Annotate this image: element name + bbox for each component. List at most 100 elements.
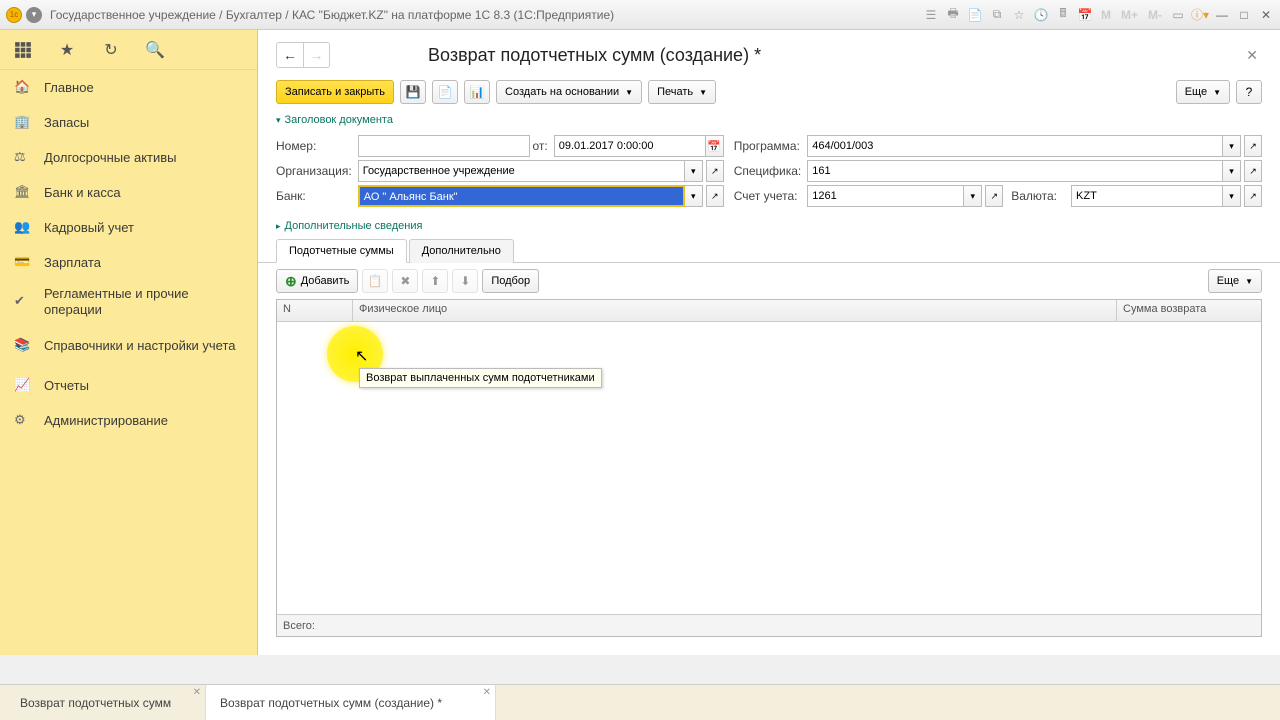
number-input[interactable]: [358, 135, 530, 157]
maximize-button[interactable]: □: [1236, 7, 1252, 23]
tab-additional[interactable]: Дополнительно: [409, 239, 514, 263]
currency-label: Валюта:: [1011, 189, 1063, 203]
nav-forward-button[interactable]: →: [303, 43, 329, 67]
sidebar-item-references[interactable]: 📚Справочники и настройки учета: [0, 324, 257, 368]
sidebar-item-salary[interactable]: 💳Зарплата: [0, 245, 257, 280]
chevron-right-icon: ▸: [276, 221, 281, 232]
sidebar-item-reports[interactable]: 📈Отчеты: [0, 368, 257, 403]
save-button[interactable]: 💾: [400, 80, 426, 104]
history-nav-icon[interactable]: ↻: [102, 41, 120, 59]
currency-input[interactable]: KZT▾↗: [1071, 185, 1262, 207]
tb-icon-2[interactable]: 🖶: [945, 7, 961, 23]
minimize-button[interactable]: —: [1214, 7, 1230, 23]
star-icon[interactable]: ☆: [1011, 7, 1027, 23]
sidebar-item-longterm[interactable]: ⚖Долгосрочные активы: [0, 140, 257, 175]
sidebar-item-admin[interactable]: ⚙Администрирование: [0, 403, 257, 438]
create-based-button[interactable]: Создать на основании▼: [496, 80, 642, 104]
more-button[interactable]: Еще▼: [1176, 80, 1230, 104]
dropdown-icon[interactable]: ▾: [685, 160, 703, 182]
content-area: ← → Возврат подотчетных сумм (создание) …: [258, 30, 1280, 655]
dropdown-icon[interactable]: ▾: [1223, 135, 1241, 157]
movements-button[interactable]: 📊: [464, 80, 490, 104]
move-up-button[interactable]: ⬆: [422, 269, 448, 293]
tab-close-icon[interactable]: ✕: [483, 687, 491, 698]
search-nav-icon[interactable]: 🔍: [146, 41, 164, 59]
m-plus-button[interactable]: M+: [1119, 8, 1140, 22]
nav-buttons: ← →: [276, 42, 330, 68]
tab-sums[interactable]: Подотчетные суммы: [276, 239, 407, 263]
gear-icon: ⚙: [14, 412, 32, 430]
bank-input[interactable]: АО " Альянс Банк"▾↗: [358, 185, 724, 207]
copy-row-button[interactable]: 📋: [362, 269, 388, 293]
close-button[interactable]: ✕: [1258, 7, 1274, 23]
table-more-button[interactable]: Еще▼: [1208, 269, 1262, 293]
dropdown-icon[interactable]: ▾: [1223, 160, 1241, 182]
page-close-button[interactable]: ✕: [1242, 43, 1262, 68]
spec-label: Специфика:: [724, 160, 808, 182]
bottom-tab-2[interactable]: Возврат подотчетных сумм (создание) *✕: [206, 685, 496, 720]
app-logo-icon: 1c: [6, 7, 22, 23]
dropdown-toggle-icon[interactable]: ▾: [26, 7, 42, 23]
post-button[interactable]: 📄: [432, 80, 458, 104]
move-down-button[interactable]: ⬇: [452, 269, 478, 293]
help-button[interactable]: ?: [1236, 80, 1262, 104]
nav-back-button[interactable]: ←: [277, 43, 303, 67]
dropdown-icon[interactable]: ▾: [685, 185, 703, 207]
table-footer: Всего:: [277, 614, 1261, 636]
table-toolbar: ⊕Добавить 📋 ✖ ⬆ ⬇ Подбор Еще▼: [258, 263, 1280, 299]
pick-button[interactable]: Подбор: [482, 269, 539, 293]
sidebar-item-bank[interactable]: 🏛Банк и касса: [0, 175, 257, 210]
date-input[interactable]: 📅: [554, 135, 724, 157]
open-ref-icon[interactable]: ↗: [1244, 185, 1262, 207]
clock-icon[interactable]: 🕓: [1033, 7, 1049, 23]
plus-icon: ⊕: [285, 273, 297, 290]
tb-icon-3[interactable]: 📄: [967, 7, 983, 23]
home-icon: 🏠: [14, 79, 32, 97]
open-ref-icon[interactable]: ↗: [706, 185, 724, 207]
document-form: Номер: от: 📅 Программа: 464/001/003▾↗ Ор…: [258, 130, 1280, 216]
sidebar-item-main[interactable]: 🏠Главное: [0, 70, 257, 105]
open-ref-icon[interactable]: ↗: [1244, 160, 1262, 182]
delete-row-button[interactable]: ✖: [392, 269, 418, 293]
table-body[interactable]: ↖ Возврат выплаченных сумм подотчетникам…: [277, 322, 1261, 614]
books-icon: 📚: [14, 337, 32, 355]
open-ref-icon[interactable]: ↗: [706, 160, 724, 182]
m-minus-button[interactable]: M-: [1146, 8, 1164, 22]
calendar-icon[interactable]: 📅: [1077, 7, 1093, 23]
account-label: Счет учета:: [724, 185, 808, 207]
save-and-close-button[interactable]: Записать и закрыть: [276, 80, 394, 104]
dropdown-icon[interactable]: ▾: [964, 185, 982, 207]
account-input[interactable]: 1261▾↗: [807, 185, 1003, 207]
star-nav-icon[interactable]: ★: [58, 41, 76, 59]
apps-grid-icon[interactable]: [14, 41, 32, 59]
calc-icon[interactable]: 🖩: [1055, 7, 1071, 23]
panel-icon[interactable]: ▭: [1170, 7, 1186, 23]
sidebar-item-inventory[interactable]: 🏢Запасы: [0, 105, 257, 140]
col-n[interactable]: N: [277, 300, 353, 321]
col-sum[interactable]: Сумма возврата: [1117, 300, 1261, 321]
open-ref-icon[interactable]: ↗: [1244, 135, 1262, 157]
tb-icon-1[interactable]: ☰: [923, 7, 939, 23]
spec-input[interactable]: 161▾↗: [807, 160, 1262, 182]
mouse-cursor-icon: ↖: [355, 346, 368, 366]
page-title: Возврат подотчетных сумм (создание) *: [428, 45, 761, 66]
m-button[interactable]: M: [1099, 8, 1113, 22]
tab-close-icon[interactable]: ✕: [193, 687, 201, 698]
dropdown-icon[interactable]: ▾: [1223, 185, 1241, 207]
program-input[interactable]: 464/001/003▾↗: [807, 135, 1262, 157]
section-header-additional[interactable]: ▸Дополнительные сведения: [258, 216, 1280, 236]
sidebar-item-hr[interactable]: 👥Кадровый учет: [0, 210, 257, 245]
tb-icon-4[interactable]: ⧉: [989, 7, 1005, 23]
main-toolbar: Записать и закрыть 💾 📄 📊 Создать на осно…: [258, 74, 1280, 110]
print-button[interactable]: Печать▼: [648, 80, 716, 104]
bottom-tab-1[interactable]: Возврат подотчетных сумм✕: [6, 685, 206, 720]
calendar-picker-icon[interactable]: 📅: [706, 135, 724, 157]
info-icon[interactable]: ⓘ▾: [1192, 7, 1208, 23]
col-person[interactable]: Физическое лицо: [353, 300, 1117, 321]
org-input[interactable]: Государственное учреждение▾↗: [358, 160, 724, 182]
sidebar-item-operations[interactable]: ✔Регламентные и прочие операции: [0, 280, 257, 324]
open-ref-icon[interactable]: ↗: [985, 185, 1003, 207]
add-row-button[interactable]: ⊕Добавить: [276, 269, 358, 293]
number-label: Номер:: [276, 135, 358, 157]
section-header-doc[interactable]: ▾Заголовок документа: [258, 110, 1280, 130]
